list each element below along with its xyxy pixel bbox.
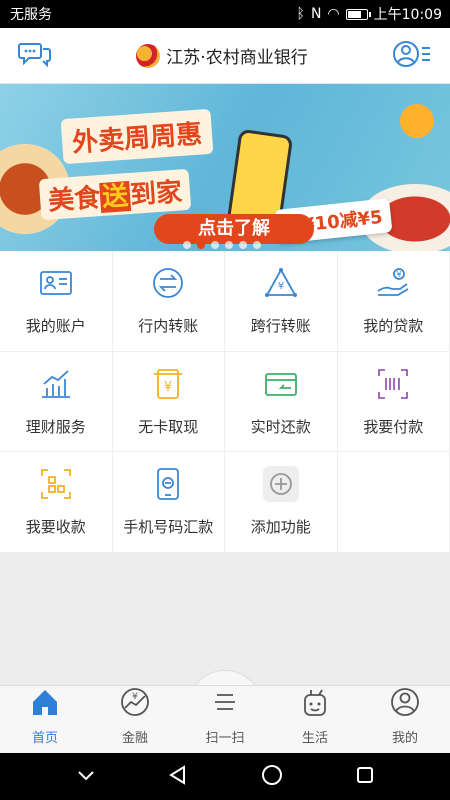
exchange-icon [150, 265, 186, 301]
grid-item-label: 我的贷款 [363, 317, 424, 336]
grid-item-label: 跨行转账 [250, 317, 311, 336]
function-grid: 我的账户 行内转账 ¥ 跨行转账 ¥ 我的贷款理财服务 ¥ 无卡取现 实时还款 我要付款我要收款 手… [0, 251, 450, 553]
grid-item-label: 手机号码汇款 [123, 518, 214, 537]
nfc-icon: N [310, 6, 322, 22]
clock: 上午10:09 [373, 7, 442, 23]
grid-item[interactable]: 我要付款 [337, 351, 450, 453]
system-nav-bar [0, 753, 450, 800]
hand-coins-icon: ¥ [375, 265, 411, 301]
finance-icon: ¥ [119, 686, 151, 722]
bar-chart-icon [38, 366, 74, 402]
carousel-dot[interactable] [183, 241, 191, 249]
carousel-dots[interactable] [183, 241, 261, 249]
yen-ticket-icon: ¥ [150, 366, 186, 402]
carousel-dot[interactable] [211, 241, 219, 249]
grid-item[interactable]: 行内转账 [112, 251, 225, 352]
hide-keyboard-icon[interactable] [77, 767, 95, 786]
orange-image [400, 104, 434, 138]
tab-profile[interactable]: 我的 [360, 686, 450, 753]
tab-label: 扫一扫 [205, 731, 245, 746]
grid-item-label: 我要付款 [363, 417, 424, 436]
grid-item-label: 我要收款 [25, 518, 86, 537]
tab-life[interactable]: 生活 [270, 686, 360, 753]
grid-item-label: 我的账户 [25, 317, 86, 336]
scan-icon [209, 686, 241, 722]
barcode-scan-icon [375, 366, 411, 402]
status-icons: ᛒ N ◠ 上午10:09 [297, 4, 442, 24]
grid-item[interactable]: 我要收款 [0, 452, 113, 553]
profile-icon [389, 686, 421, 722]
tab-scan[interactable]: 扫一扫 [180, 686, 270, 753]
grid-item[interactable]: ¥ 我的贷款 [337, 251, 450, 352]
card-return-icon [263, 366, 299, 402]
bottom-tab-bar: 首页 ¥ 金融 扫一扫 生活 我的 [0, 685, 450, 753]
svg-text:¥: ¥ [397, 270, 402, 279]
tab-home[interactable]: 首页 [0, 686, 90, 753]
grid-item[interactable]: 添加功能 [225, 452, 338, 553]
carousel-dot[interactable] [225, 241, 233, 249]
tab-label: 首页 [31, 731, 58, 746]
grid-item-label: 理财服务 [25, 417, 86, 436]
bluetooth-icon: ᛒ [296, 6, 305, 22]
grid-item[interactable]: 手机号码汇款 [112, 452, 225, 553]
status-bar: 无服务 ᛒ N ◠ 上午10:09 [0, 0, 450, 28]
grid-item-label: 添加功能 [250, 518, 311, 537]
grid-item[interactable]: ¥ 无卡取现 [112, 351, 225, 453]
bank-logo: 江苏·农村商业银行 [136, 43, 308, 68]
promo-banner[interactable]: 外卖周周惠 美食送到家 满¥10减¥5 点击了解 [0, 84, 450, 251]
app-header: 江苏·农村商业银行 [0, 28, 450, 84]
grid-item-label: 行内转账 [138, 317, 199, 336]
grid-item-label: 实时还款 [250, 417, 311, 436]
phone-transfer-icon [150, 466, 186, 502]
user-menu-icon[interactable] [392, 39, 432, 73]
add-icon [262, 466, 299, 503]
grid-item-label: 无卡取现 [138, 417, 199, 436]
qr-frame-icon [38, 466, 74, 502]
life-icon [299, 686, 331, 722]
svg-text:¥: ¥ [278, 281, 284, 292]
recents-icon[interactable] [356, 766, 374, 788]
tab-finance[interactable]: ¥ 金融 [90, 686, 180, 753]
grid-item[interactable]: ¥ 跨行转账 [225, 251, 338, 352]
triangle-yen-icon: ¥ [263, 265, 299, 301]
id-card-icon [38, 265, 74, 301]
learn-more-button[interactable]: 点击了解 [154, 214, 314, 244]
home-icon [29, 686, 61, 722]
bank-emblem-icon [136, 43, 161, 68]
tab-label: 金融 [121, 731, 148, 746]
wifi-icon: ◠ [327, 6, 340, 22]
grid-item[interactable]: 我的账户 [0, 251, 113, 352]
carrier-text: 无服务 [10, 7, 52, 23]
svg-text:¥: ¥ [164, 380, 172, 395]
grid-empty-cell [337, 452, 450, 553]
bank-name: 江苏·农村商业银行 [166, 48, 308, 68]
svg-text:¥: ¥ [132, 692, 138, 702]
tab-label: 我的 [391, 731, 418, 746]
grid-item[interactable]: 实时还款 [225, 351, 338, 453]
chat-bubbles-icon[interactable] [18, 41, 52, 71]
grid-item[interactable]: 理财服务 [0, 351, 113, 453]
banner-headline: 外卖周周惠 [60, 108, 214, 165]
back-icon[interactable] [168, 764, 188, 789]
carousel-dot[interactable] [239, 241, 247, 249]
tab-label: 生活 [301, 731, 328, 746]
carousel-dot[interactable] [197, 241, 205, 249]
carousel-dot[interactable] [253, 241, 261, 249]
home-circle-icon[interactable] [261, 764, 283, 790]
battery-icon [345, 8, 371, 20]
